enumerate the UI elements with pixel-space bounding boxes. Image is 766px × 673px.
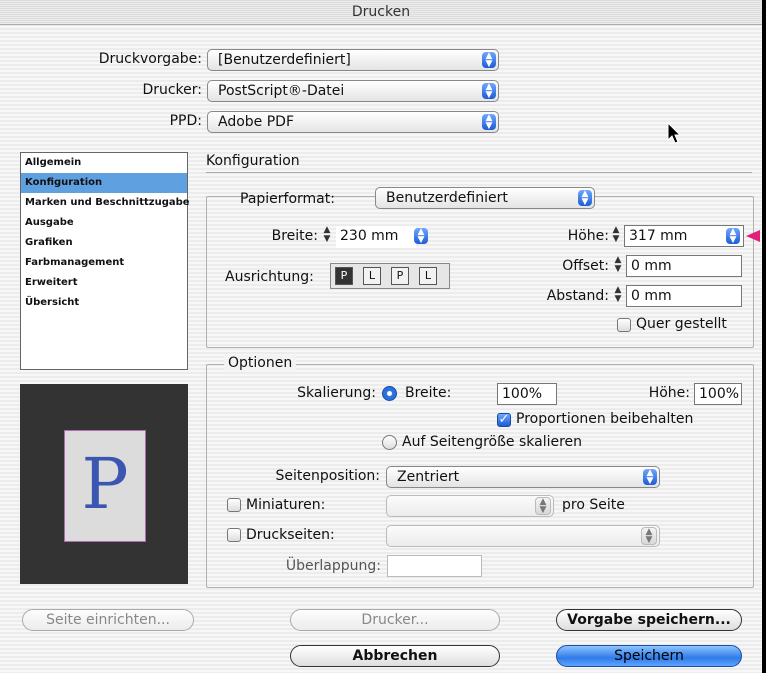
updown-arrows-icon: ▲ ▼	[482, 83, 496, 100]
ppd-value: Adobe PDF	[218, 114, 295, 130]
updown-arrows-icon[interactable]: ▲ ▼	[726, 228, 740, 245]
ppd-label: PPD:	[169, 113, 202, 129]
transverse-label: Quer gestellt	[636, 316, 727, 332]
overlap-label: Überlappung:	[285, 558, 381, 574]
preset-popup[interactable]: [Benutzerdefiniert] ▲ ▼	[207, 49, 499, 71]
page-preview: P	[20, 384, 188, 584]
gap-field[interactable]: 0 mm	[626, 285, 742, 307]
orientation-label: Ausrichtung:	[225, 269, 314, 285]
paper-format-label: Papierformat:	[240, 191, 335, 207]
gap-label: Abstand:	[546, 288, 609, 304]
cursor-arrow-icon	[667, 122, 682, 144]
sidebar-item-marken[interactable]: Marken und Beschnittzugabe	[21, 193, 190, 213]
overlap-field[interactable]	[387, 555, 482, 577]
printer-value: PostScript®-Datei	[218, 83, 345, 99]
updown-arrows-icon: ▲ ▼	[535, 497, 551, 515]
thumbnails-popup[interactable]: ▲ ▼	[386, 495, 554, 517]
offset-label: Offset:	[562, 258, 609, 274]
page-position-popup[interactable]: Zentriert ▲ ▼	[386, 466, 660, 488]
config-heading: Konfiguration	[206, 153, 300, 169]
window-title: Drucken	[0, 0, 762, 25]
height-label: Höhe:	[567, 228, 609, 244]
gap-value: 0 mm	[631, 288, 672, 304]
proportions-label: Proportionen beibehalten	[516, 411, 694, 427]
sidebar-item-konfiguration[interactable]: Konfiguration	[21, 173, 187, 193]
category-list[interactable]: Allgemein Konfiguration Marken und Besch…	[20, 152, 190, 370]
sidebar-item-grafiken[interactable]: Grafiken	[21, 233, 187, 253]
fit-to-page-radio[interactable]	[382, 435, 397, 450]
thumbnails-checkbox[interactable]	[227, 498, 241, 512]
preview-page: P	[64, 430, 146, 542]
paper-format-value: Benutzerdefiniert	[386, 190, 508, 206]
offset-value: 0 mm	[631, 258, 672, 274]
proportions-checkbox[interactable]: ✓	[497, 413, 511, 427]
scale-width-value: 100%	[502, 386, 543, 402]
width-label: Breite:	[271, 228, 318, 244]
fit-to-page-label: Auf Seitengröße skalieren	[402, 434, 583, 450]
printer-label: Drucker:	[142, 82, 202, 98]
page-setup-button[interactable]: Seite einrichten...	[22, 609, 194, 631]
tile-checkbox[interactable]	[227, 528, 241, 542]
preset-value: [Benutzerdefiniert]	[218, 52, 351, 68]
updown-arrows-icon: ▲ ▼	[641, 527, 657, 545]
save-button[interactable]: Speichern	[556, 645, 742, 667]
sidebar-item-erweitert[interactable]: Erweitert	[21, 273, 187, 293]
scale-height-value: 100%	[699, 386, 740, 402]
scale-width-label: Breite:	[405, 385, 452, 401]
scale-width-field[interactable]: 100%	[497, 383, 557, 405]
reverse-landscape-button[interactable]: L	[419, 267, 437, 285]
sidebar-item-ausgabe[interactable]: Ausgabe	[21, 213, 187, 233]
width-value: 230 mm	[340, 228, 399, 244]
printer-popup[interactable]: PostScript®-Datei ▲ ▼	[207, 80, 499, 102]
stepper-icon[interactable]: ▲ ▼	[610, 226, 622, 246]
height-field[interactable]: 317 mm ▲ ▼	[624, 225, 744, 247]
width-unit-popup[interactable]: ▲ ▼	[410, 226, 430, 248]
cancel-button[interactable]: Abbrechen	[290, 645, 500, 667]
tile-label: Druckseiten:	[246, 527, 335, 543]
reverse-portrait-button[interactable]: P	[391, 267, 409, 285]
per-page-label: pro Seite	[562, 497, 625, 513]
tile-popup[interactable]: ▲ ▼	[386, 525, 660, 547]
sidebar-item-allgemein[interactable]: Allgemein	[21, 153, 187, 173]
print-dialog: Drucken Druckvorgabe: [Benutzerdefiniert…	[0, 0, 766, 673]
options-heading: Optionen	[224, 355, 297, 371]
height-value: 317 mm	[629, 228, 688, 244]
stepper-icon[interactable]: ▲ ▼	[612, 256, 624, 276]
updown-arrows-icon: ▲ ▼	[482, 52, 496, 69]
paper-format-popup[interactable]: Benutzerdefiniert ▲ ▼	[375, 187, 595, 209]
width-field[interactable]: 230 mm	[336, 226, 416, 248]
sidebar-item-uebersicht[interactable]: Übersicht	[21, 293, 187, 313]
portrait-button[interactable]: P	[335, 267, 353, 285]
updown-arrows-icon: ▲ ▼	[578, 190, 592, 207]
stepper-icon[interactable]: ▲ ▼	[612, 286, 624, 306]
page-position-value: Zentriert	[397, 469, 460, 485]
transverse-checkbox[interactable]	[617, 318, 631, 332]
updown-arrows-icon: ▲ ▼	[482, 114, 496, 131]
preset-label: Druckvorgabe:	[98, 51, 202, 67]
landscape-button[interactable]: L	[363, 267, 381, 285]
sidebar-item-farbmanagement[interactable]: Farbmanagement	[21, 253, 187, 273]
scale-label: Skalierung:	[297, 385, 376, 401]
annotation-arrow-icon	[746, 230, 760, 242]
scale-height-field[interactable]: 100%	[694, 383, 742, 405]
stepper-icon[interactable]: ▲ ▼	[321, 226, 333, 246]
save-preset-button[interactable]: Vorgabe speichern...	[556, 609, 742, 631]
divider	[206, 172, 752, 173]
ppd-popup[interactable]: Adobe PDF ▲ ▼	[207, 111, 499, 133]
updown-arrows-icon: ▲ ▼	[643, 469, 657, 486]
page-position-label: Seitenposition:	[275, 468, 380, 484]
scale-height-label: Höhe:	[648, 385, 690, 401]
printer-button[interactable]: Drucker...	[290, 609, 500, 631]
scale-width-radio[interactable]	[382, 386, 397, 401]
offset-field[interactable]: 0 mm	[626, 255, 742, 277]
updown-arrows-icon: ▲ ▼	[414, 228, 428, 245]
thumbnails-label: Miniaturen:	[246, 497, 326, 513]
preview-letter: P	[81, 443, 129, 525]
